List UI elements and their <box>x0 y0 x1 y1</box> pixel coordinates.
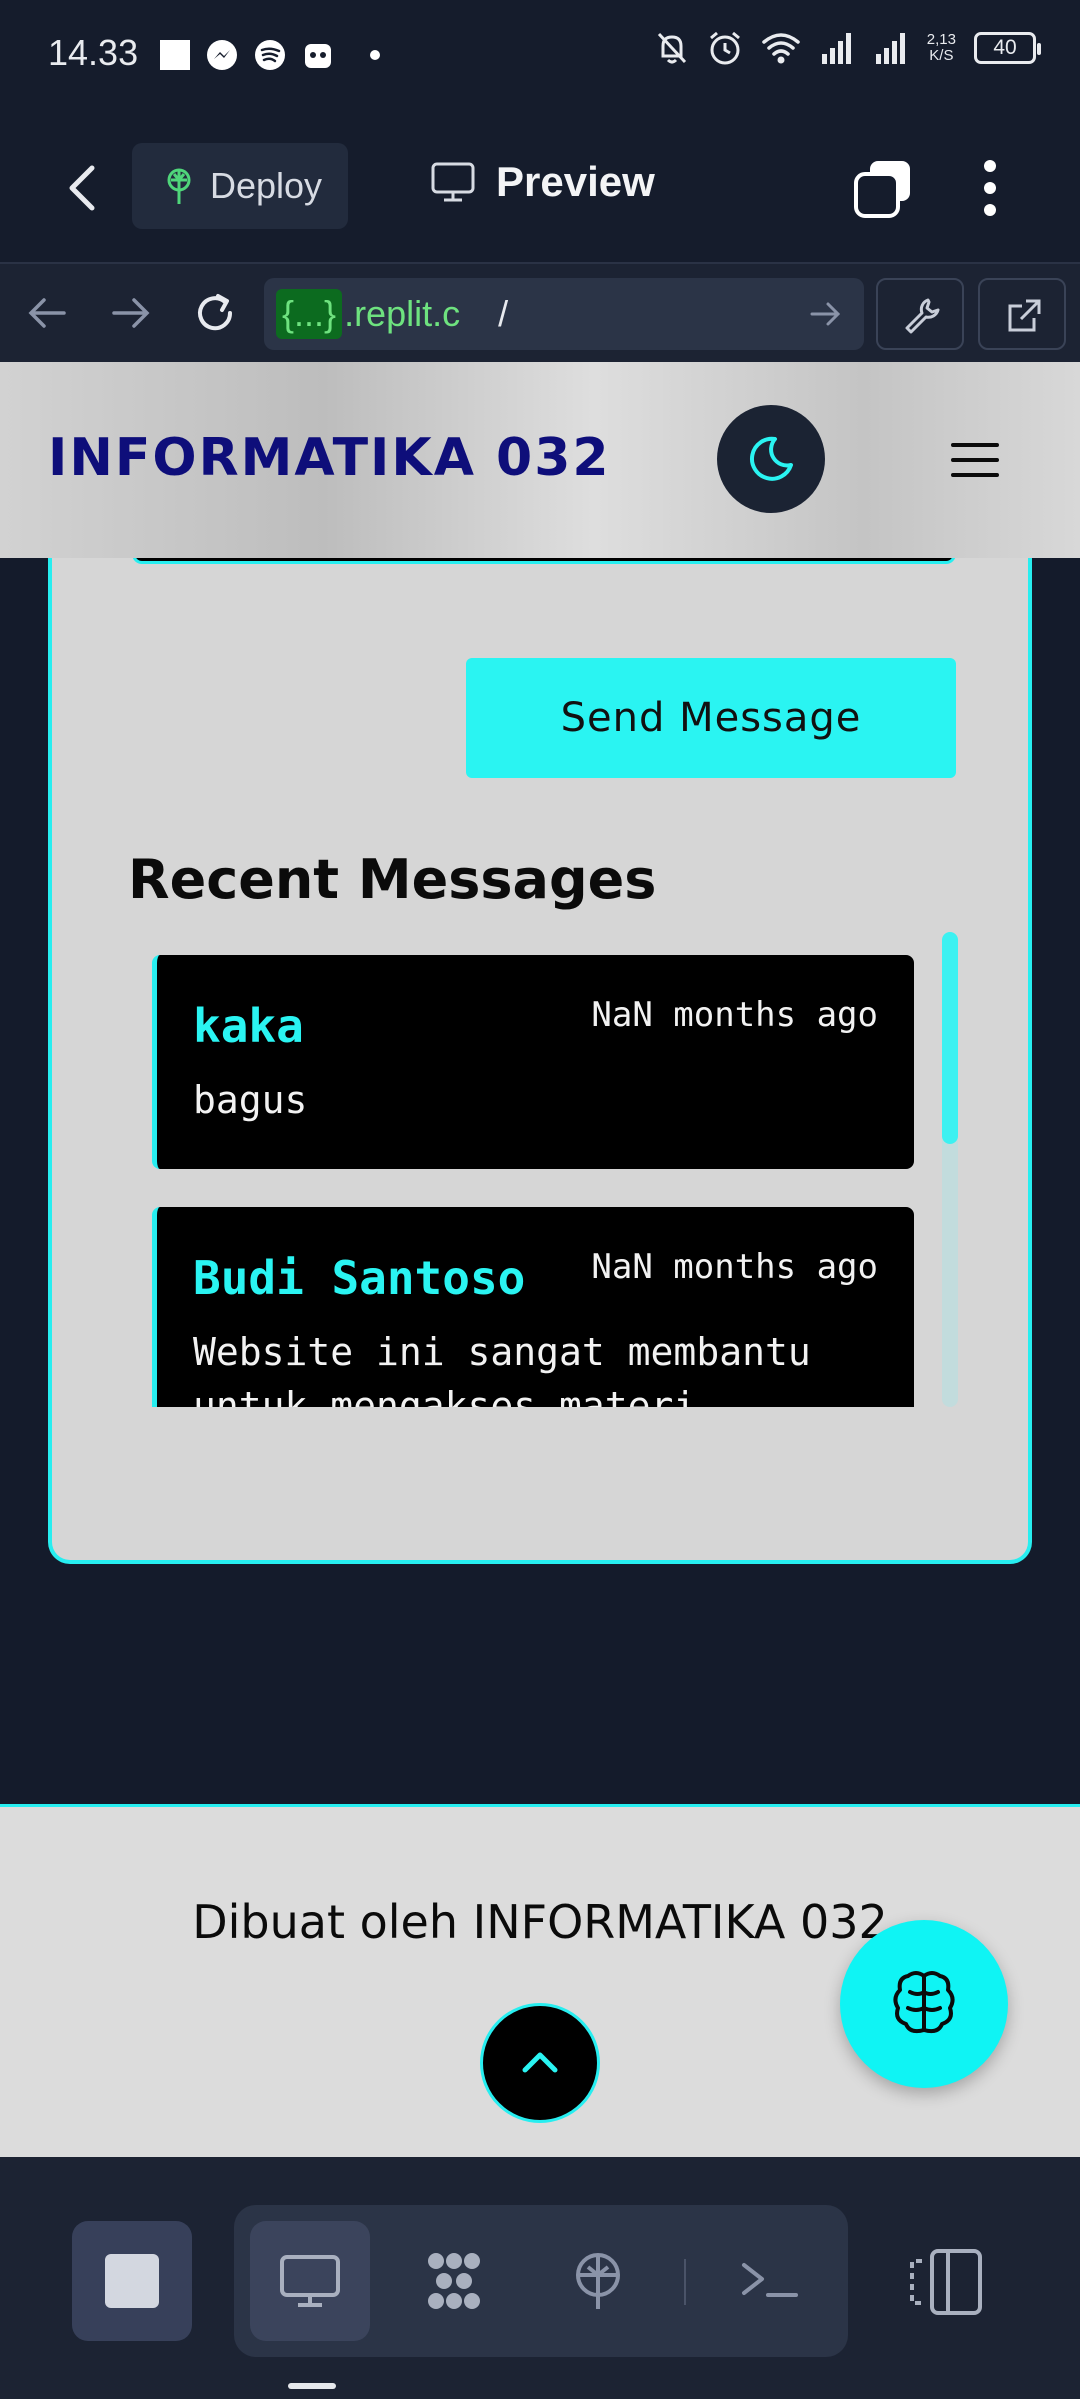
tabs-icon[interactable] <box>852 158 914 220</box>
url-host: .replit.c <box>344 293 461 334</box>
dot-icon <box>370 50 380 60</box>
alarm-icon <box>709 31 740 65</box>
url-chip: {...} <box>276 289 343 339</box>
moon-icon <box>750 436 793 481</box>
bell-off-icon <box>657 32 686 64</box>
theme-toggle-button[interactable] <box>717 405 825 513</box>
spotify-icon <box>255 40 285 70</box>
hamburger-icon[interactable] <box>950 440 1000 480</box>
preview-tab[interactable]: Preview <box>430 158 655 206</box>
refresh-icon[interactable] <box>192 290 238 336</box>
tool-group <box>234 2205 848 2357</box>
monitor-icon <box>280 2255 340 2307</box>
battery-indicator: 40 <box>974 32 1041 64</box>
devtools-button[interactable] <box>876 278 964 350</box>
guestbook-card: Send Message Recent Messages kaka NaN mo… <box>48 512 1032 1564</box>
site-header: INFORMATIKA 032 <box>0 362 1080 558</box>
preview-tool[interactable] <box>250 2221 370 2341</box>
tool-separator <box>684 2259 686 2305</box>
signal-icon <box>821 33 851 64</box>
replit-bottom-toolbar <box>0 2157 1080 2399</box>
monitor-icon <box>431 162 475 202</box>
deploy-icon <box>167 168 191 204</box>
go-arrow-icon[interactable] <box>808 296 844 332</box>
shell-tool[interactable] <box>710 2221 830 2341</box>
agent-tool[interactable] <box>394 2221 514 2341</box>
replit-app-bar: Deploy Preview <box>0 108 1080 262</box>
messages-scrollbar[interactable] <box>942 932 958 1407</box>
status-time: 14.33 <box>48 32 139 73</box>
network-speed: 2,13 K/S <box>927 32 956 64</box>
message-author: kaka <box>193 999 304 1053</box>
network-speed-value: 2,13 <box>926 31 956 48</box>
wifi-icon <box>762 33 800 64</box>
nav-forward-icon[interactable] <box>108 290 154 336</box>
deploy-button[interactable]: Deploy <box>132 143 348 229</box>
message-item: kaka NaN months ago bagus <box>152 955 914 1169</box>
scroll-to-top-button[interactable] <box>480 2003 600 2123</box>
preview-label: Preview <box>496 158 655 205</box>
more-vert-icon[interactable] <box>970 156 1010 220</box>
message-text: bagus <box>193 1078 308 1122</box>
messenger-icon <box>207 40 237 70</box>
nav-back-icon[interactable] <box>24 290 70 336</box>
site-brand[interactable]: INFORMATIKA 032 <box>48 428 611 488</box>
chevron-up-icon <box>522 2052 558 2073</box>
message-item: Budi Santoso NaN months ago Website ini … <box>152 1207 914 1407</box>
signal-2-icon <box>875 33 905 64</box>
app-notification-icon <box>305 44 331 68</box>
deployments-tool[interactable] <box>538 2221 658 2341</box>
stop-icon <box>105 2254 159 2308</box>
message-text: Website ini sangat membantu untuk mengak… <box>193 1330 811 1407</box>
message-time: NaN months ago <box>591 995 878 1035</box>
agent-icon <box>428 2253 480 2309</box>
brain-icon <box>893 1971 955 2034</box>
network-speed-unit: K/S <box>929 47 954 64</box>
status-right: 2,13 K/S 40 <box>655 30 1041 66</box>
square-notification-icon <box>160 40 190 70</box>
url-field[interactable]: {...} .replit.c / <box>264 278 864 350</box>
message-author: Budi Santoso <box>193 1251 526 1305</box>
external-link-icon <box>1008 299 1041 332</box>
message-time: NaN months ago <box>591 1247 878 1287</box>
website-preview: INFORMATIKA 032 Send Message Recent Mess… <box>0 362 1080 2157</box>
home-indicator <box>288 2383 336 2389</box>
open-external-button[interactable] <box>978 278 1066 350</box>
terminal-icon <box>742 2263 798 2297</box>
messages-scroll-thumb[interactable] <box>942 932 958 1144</box>
deploy-icon <box>576 2253 620 2309</box>
wrench-icon <box>905 298 940 334</box>
stop-button[interactable] <box>72 2221 192 2341</box>
send-message-button[interactable]: Send Message <box>466 658 956 778</box>
url-path: / <box>498 293 509 334</box>
address-bar: {...} .replit.c / <box>0 262 1080 362</box>
ai-assistant-button[interactable] <box>840 1920 1008 2088</box>
panel-toggle-icon[interactable] <box>908 2247 984 2317</box>
back-icon[interactable] <box>54 158 114 218</box>
messages-list: kaka NaN months ago bagus Budi Santoso N… <box>152 955 914 1407</box>
status-bar: 14.33 2,13 K/S 40 <box>0 0 1080 108</box>
deploy-label: Deploy <box>210 165 323 206</box>
recent-messages-title: Recent Messages <box>128 848 657 911</box>
